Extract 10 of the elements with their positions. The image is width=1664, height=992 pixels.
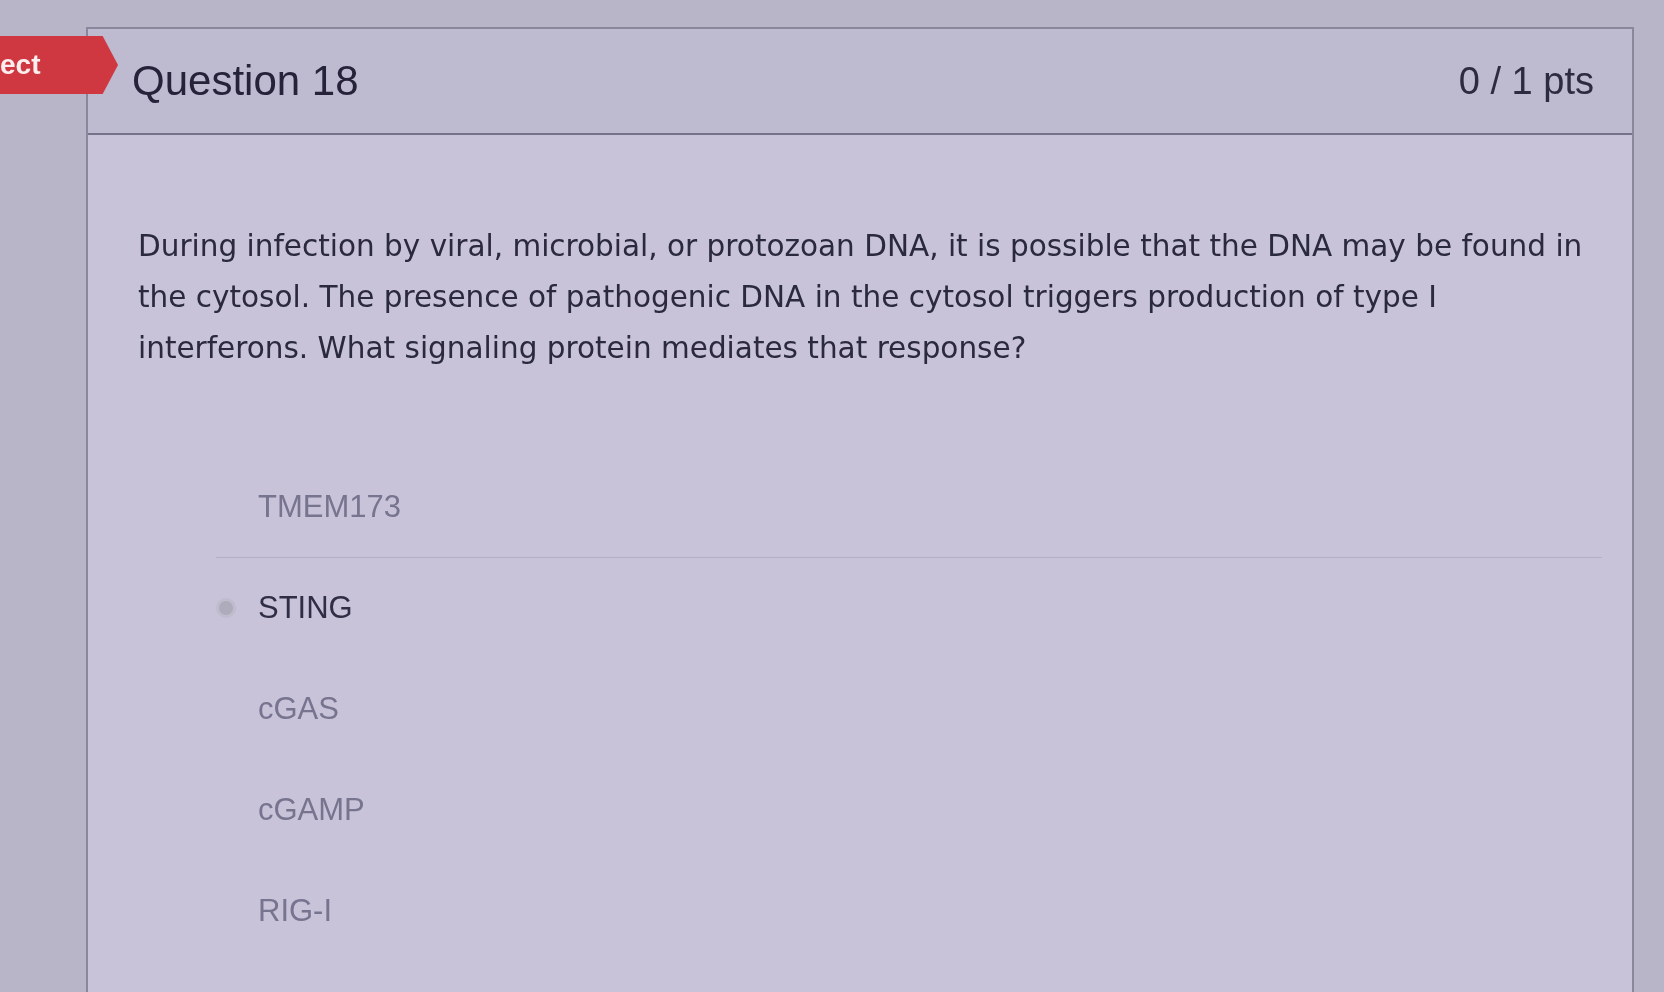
question-text: During infection by viral, microbial, or protozoan DNA, it is possible that the DNA may be found in the cytosol. The presence of pathogenic DNA in the cytosol triggers production of type I interferons. What signaling protein mediates that response?: [138, 228, 1584, 367]
answer-option: STING: [258, 590, 353, 626]
radio-icon[interactable]: [216, 598, 236, 618]
points-score: 0 / 1 pts: [1458, 59, 1594, 103]
answer-option: cGAMP: [258, 792, 365, 828]
result-flag: ect: [0, 36, 118, 94]
question-title: Question 18: [132, 57, 359, 105]
answer-option: RIG-I: [258, 893, 333, 929]
answer-option: TMEM173: [258, 489, 401, 525]
answer-option: cGAS: [258, 691, 339, 727]
